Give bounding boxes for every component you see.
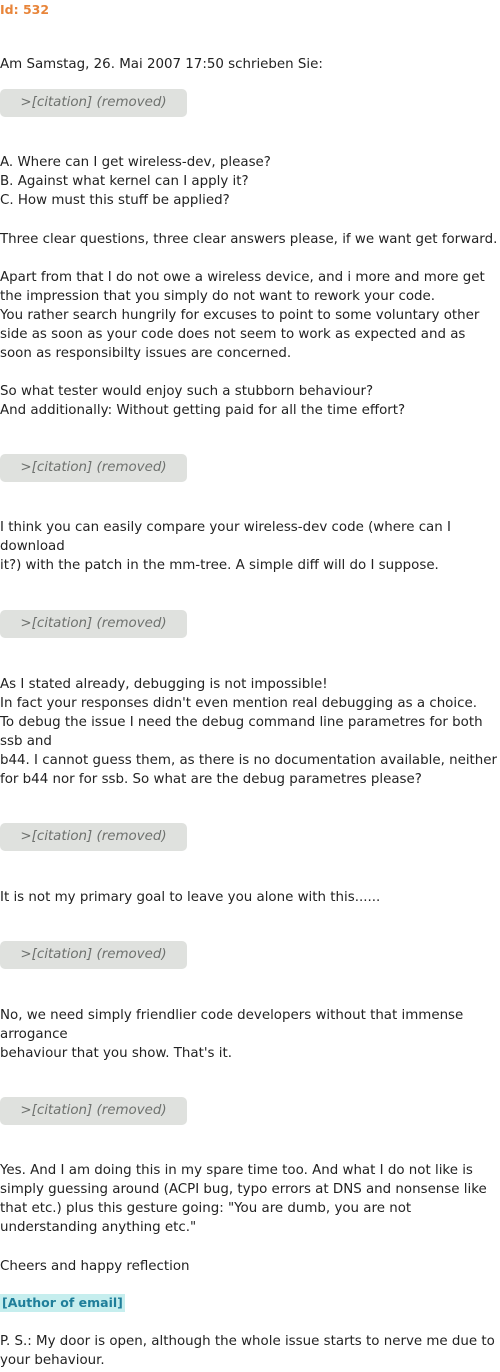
postscript-paragraph: P. S.: My door is open, although the who… (0, 1334, 495, 1368)
citation-removed-3: >[citation] (removed) (0, 610, 187, 638)
author-of-email-tag: [Author of email] (0, 1294, 125, 1312)
citation-removed-2: >[citation] (removed) (0, 454, 187, 482)
spare-time-paragraph: Yes. And I am doing this in my spare tim… (0, 1163, 487, 1235)
citation-removed-1: >[citation] (removed) (0, 89, 187, 117)
questions-paragraph: A. Where can I get wireless-dev, please?… (0, 155, 271, 208)
citation-removed-6: >[citation] (removed) (0, 1097, 187, 1125)
email-header-line: Am Samstag, 26. Mai 2007 17:50 schrieben… (0, 57, 323, 72)
debugging-paragraph: As I stated already, debugging is not im… (0, 677, 498, 787)
tester-paragraph: So what tester would enjoy such a stubbo… (0, 384, 406, 418)
citation-removed-4: >[citation] (removed) (0, 823, 187, 851)
compare-paragraph: I think you can easily compare your wire… (0, 520, 451, 573)
primary-goal-paragraph: It is not my primary goal to leave you a… (0, 890, 381, 905)
friendlier-paragraph: No, we need simply friendlier code devel… (0, 1008, 464, 1061)
email-id: Id: 532 (0, 2, 50, 17)
clear-answers-paragraph: Three clear questions, three clear answe… (0, 232, 498, 247)
citation-removed-5: >[citation] (removed) (0, 941, 187, 969)
apart-from-paragraph: Apart from that I do not owe a wireless … (0, 270, 485, 361)
cheers-line: Cheers and happy reflection (0, 1259, 190, 1274)
